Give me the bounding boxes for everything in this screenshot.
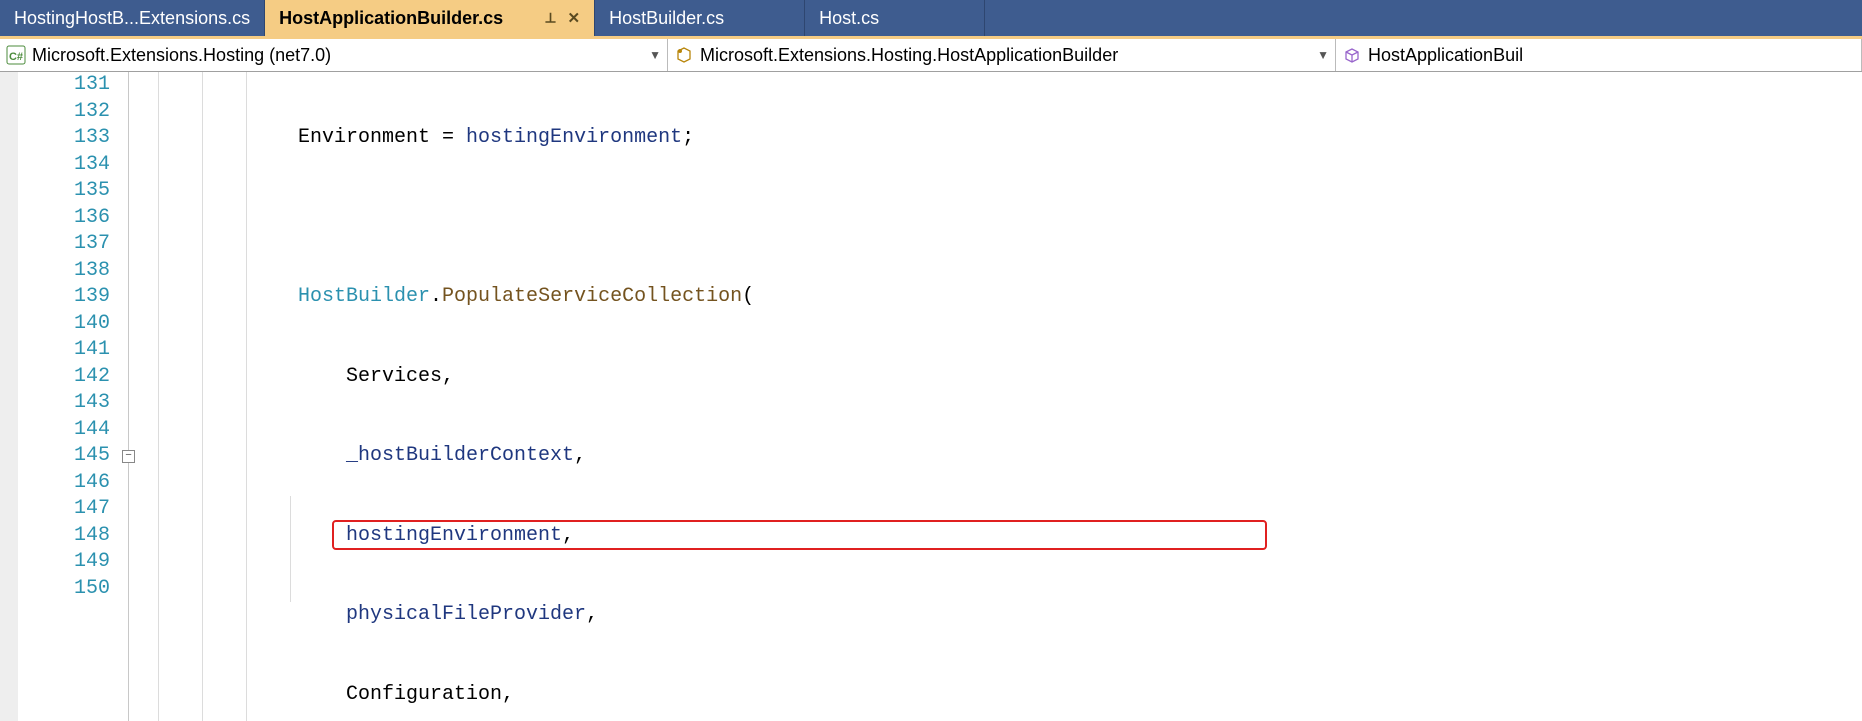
code-line: hostingEnvironment, [298, 523, 1862, 550]
class-icon [674, 45, 694, 65]
tab-file-2[interactable]: HostBuilder.cs [595, 0, 805, 36]
line-number: 139 [18, 284, 118, 311]
line-number: 136 [18, 205, 118, 232]
line-number: 133 [18, 125, 118, 152]
chevron-down-icon: ▼ [649, 48, 661, 62]
editor-left-margin [0, 72, 18, 721]
line-number: 149 [18, 549, 118, 576]
code-line: Services, [298, 364, 1862, 391]
indent-guides [158, 72, 298, 721]
code-line: _hostBuilderContext, [298, 443, 1862, 470]
code-editor[interactable]: 131 132 133 134 135 136 137 138 139 140 … [0, 72, 1862, 721]
line-number: 147 [18, 496, 118, 523]
line-number: 131 [18, 72, 118, 99]
line-number: 132 [18, 99, 118, 126]
chevron-down-icon: ▼ [1317, 48, 1329, 62]
line-number: 135 [18, 178, 118, 205]
nav-member-label: HostApplicationBuil [1368, 45, 1855, 66]
fold-column: − [118, 72, 158, 721]
tab-file-0[interactable]: HostingHostB...Extensions.cs [0, 0, 265, 36]
nav-member-dropdown[interactable]: HostApplicationBuil [1336, 39, 1862, 71]
nav-project-label: Microsoft.Extensions.Hosting (net7.0) [32, 45, 641, 66]
code-line: HostBuilder.PopulateServiceCollection( [298, 284, 1862, 311]
tab-label: HostBuilder.cs [609, 8, 724, 29]
pin-icon[interactable]: ⟂ [546, 10, 556, 27]
line-number: 134 [18, 152, 118, 179]
line-number-gutter: 131 132 133 134 135 136 137 138 139 140 … [18, 72, 118, 721]
nav-project-dropdown[interactable]: C# Microsoft.Extensions.Hosting (net7.0)… [0, 39, 668, 71]
line-number: 142 [18, 364, 118, 391]
navigation-bar: C# Microsoft.Extensions.Hosting (net7.0)… [0, 39, 1862, 72]
tab-file-3[interactable]: Host.cs [805, 0, 985, 36]
line-number: 141 [18, 337, 118, 364]
line-number: 140 [18, 311, 118, 338]
tab-label: HostApplicationBuilder.cs [279, 8, 533, 29]
csharp-icon: C# [6, 45, 26, 65]
close-icon[interactable]: ✕ [568, 9, 581, 27]
line-number: 145 [18, 443, 118, 470]
code-line: physicalFileProvider, [298, 602, 1862, 629]
tab-label: Host.cs [819, 8, 879, 29]
nav-class-label: Microsoft.Extensions.Hosting.HostApplica… [700, 45, 1309, 66]
line-number: 137 [18, 231, 118, 258]
line-number: 148 [18, 523, 118, 550]
tab-file-1[interactable]: HostApplicationBuilder.cs ⟂ ✕ [265, 0, 595, 36]
line-number: 150 [18, 576, 118, 603]
code-line: Configuration, [298, 682, 1862, 709]
cube-icon [1342, 45, 1362, 65]
line-number: 144 [18, 417, 118, 444]
line-number: 143 [18, 390, 118, 417]
line-number: 146 [18, 470, 118, 497]
code-line [298, 205, 1862, 232]
svg-text:C#: C# [9, 51, 23, 63]
tab-label: HostingHostB...Extensions.cs [14, 8, 250, 29]
fold-toggle-icon[interactable]: − [122, 450, 135, 463]
nav-class-dropdown[interactable]: Microsoft.Extensions.Hosting.HostApplica… [668, 39, 1336, 71]
tab-bar: HostingHostB...Extensions.cs HostApplica… [0, 0, 1862, 36]
line-number: 138 [18, 258, 118, 285]
code-area[interactable]: Environment = hostingEnvironment; HostBu… [298, 72, 1862, 721]
code-line: Environment = hostingEnvironment; [298, 125, 1862, 152]
